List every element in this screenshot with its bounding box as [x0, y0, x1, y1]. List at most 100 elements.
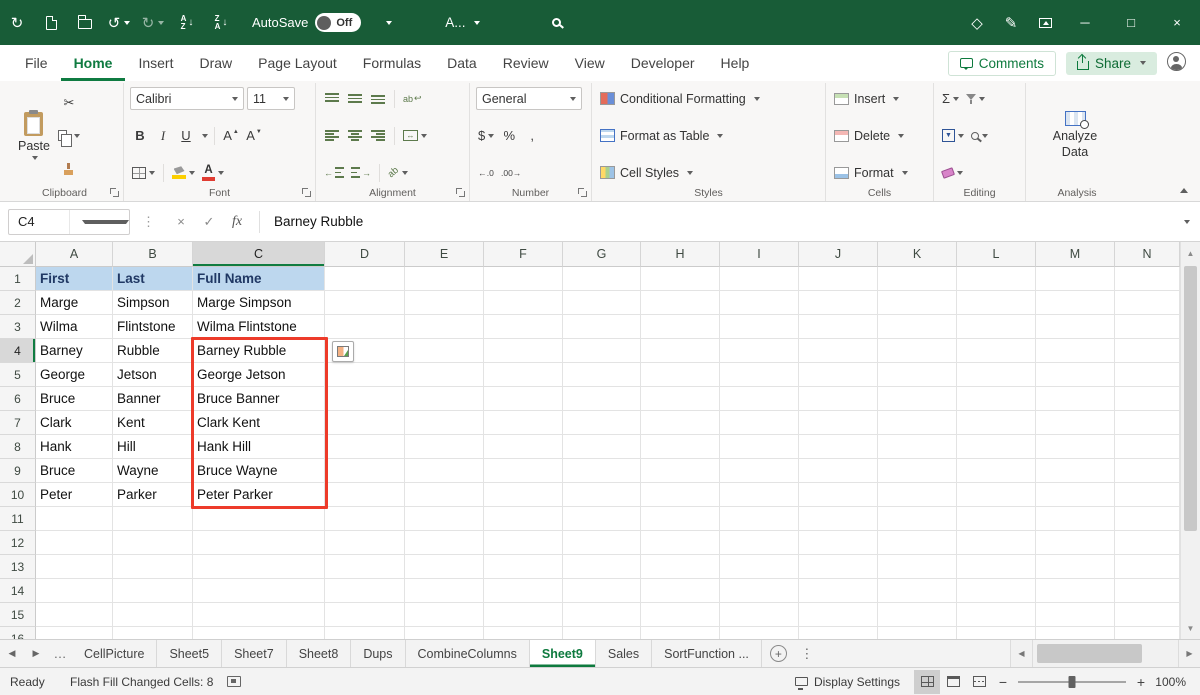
- cell-D12[interactable]: [325, 531, 405, 555]
- cell-F7[interactable]: [484, 411, 563, 435]
- cell-I9[interactable]: [720, 459, 799, 483]
- cell-B14[interactable]: [113, 579, 193, 603]
- fill-color-button[interactable]: [170, 162, 197, 184]
- tab-formulas[interactable]: Formulas: [350, 45, 434, 81]
- cell-N8[interactable]: [1115, 435, 1180, 459]
- cell-M6[interactable]: [1036, 387, 1115, 411]
- cell-B5[interactable]: Jetson: [113, 363, 193, 387]
- cell-M7[interactable]: [1036, 411, 1115, 435]
- zoom-slider-thumb[interactable]: [1069, 676, 1076, 688]
- decrease-font-button[interactable]: A▼: [244, 125, 264, 147]
- cell-B10[interactable]: Parker: [113, 483, 193, 507]
- cell-B1[interactable]: Last: [113, 267, 193, 291]
- merge-center-button[interactable]: ↔: [401, 125, 429, 147]
- tab-review[interactable]: Review: [490, 45, 562, 81]
- cell-M1[interactable]: [1036, 267, 1115, 291]
- cell-G15[interactable]: [563, 603, 641, 627]
- cell-K12[interactable]: [878, 531, 957, 555]
- cell-K16[interactable]: [878, 627, 957, 639]
- cell-N11[interactable]: [1115, 507, 1180, 531]
- fill-button[interactable]: ▼: [940, 125, 966, 147]
- cell-F14[interactable]: [484, 579, 563, 603]
- cell-E7[interactable]: [405, 411, 484, 435]
- row-header-15[interactable]: 15: [0, 603, 36, 627]
- sheet-tab-sheet7[interactable]: Sheet7: [222, 640, 287, 667]
- cell-M9[interactable]: [1036, 459, 1115, 483]
- cell-I2[interactable]: [720, 291, 799, 315]
- cell-A10[interactable]: Peter: [36, 483, 113, 507]
- cell-H3[interactable]: [641, 315, 720, 339]
- cut-button[interactable]: ✂: [56, 92, 82, 114]
- clipboard-dialog-launcher[interactable]: [110, 188, 119, 197]
- cell-B15[interactable]: [113, 603, 193, 627]
- cell-E5[interactable]: [405, 363, 484, 387]
- cell-F9[interactable]: [484, 459, 563, 483]
- cell-L15[interactable]: [957, 603, 1036, 627]
- cell-D8[interactable]: [325, 435, 405, 459]
- cell-M13[interactable]: [1036, 555, 1115, 579]
- formula-input[interactable]: Barney Rubble: [268, 214, 1174, 229]
- cell-G12[interactable]: [563, 531, 641, 555]
- minimize-button[interactable]: ─: [1062, 0, 1108, 45]
- cell-L12[interactable]: [957, 531, 1036, 555]
- cell-E13[interactable]: [405, 555, 484, 579]
- cell-C10[interactable]: Peter Parker: [193, 483, 325, 507]
- clear-button[interactable]: [940, 162, 965, 184]
- tab-draw[interactable]: Draw: [186, 45, 245, 81]
- cell-C14[interactable]: [193, 579, 325, 603]
- cell-G11[interactable]: [563, 507, 641, 531]
- font-color-button[interactable]: A: [200, 162, 226, 184]
- cell-J1[interactable]: [799, 267, 878, 291]
- cell-L16[interactable]: [957, 627, 1036, 639]
- tab-file[interactable]: File: [12, 45, 61, 81]
- cell-H11[interactable]: [641, 507, 720, 531]
- sheet-tab-sortfunction-[interactable]: SortFunction ...: [652, 640, 762, 667]
- cell-J5[interactable]: [799, 363, 878, 387]
- cell-C1[interactable]: Full Name: [193, 267, 325, 291]
- cell-F13[interactable]: [484, 555, 563, 579]
- cell-N16[interactable]: [1115, 627, 1180, 639]
- cell-H9[interactable]: [641, 459, 720, 483]
- cell-F11[interactable]: [484, 507, 563, 531]
- cell-I7[interactable]: [720, 411, 799, 435]
- cell-I12[interactable]: [720, 531, 799, 555]
- cell-A8[interactable]: Hank: [36, 435, 113, 459]
- column-header-H[interactable]: H: [641, 242, 720, 267]
- account-button[interactable]: [1167, 52, 1186, 74]
- circle-arrow-icon[interactable]: ↻: [0, 0, 34, 45]
- row-header-5[interactable]: 5: [0, 363, 36, 387]
- sheet-tab-cellpicture[interactable]: CellPicture: [72, 640, 157, 667]
- sort-filter-button[interactable]: [964, 88, 987, 110]
- cell-M16[interactable]: [1036, 627, 1115, 639]
- column-header-N[interactable]: N: [1115, 242, 1180, 267]
- display-settings-button[interactable]: Display Settings: [781, 675, 914, 689]
- cell-J10[interactable]: [799, 483, 878, 507]
- font-dialog-launcher[interactable]: [302, 188, 311, 197]
- cell-A13[interactable]: [36, 555, 113, 579]
- cell-B12[interactable]: [113, 531, 193, 555]
- cell-D14[interactable]: [325, 579, 405, 603]
- name-box[interactable]: C4: [8, 209, 130, 235]
- row-header-12[interactable]: 12: [0, 531, 36, 555]
- formula-bar-expand-icon[interactable]: [1174, 220, 1196, 224]
- cell-L9[interactable]: [957, 459, 1036, 483]
- autosave-toggle[interactable]: AutoSave Off: [252, 13, 361, 32]
- cell-I10[interactable]: [720, 483, 799, 507]
- cell-G8[interactable]: [563, 435, 641, 459]
- cell-K10[interactable]: [878, 483, 957, 507]
- cell-C7[interactable]: Clark Kent: [193, 411, 325, 435]
- column-header-M[interactable]: M: [1036, 242, 1115, 267]
- cell-A4[interactable]: Barney: [36, 339, 113, 363]
- bottom-align-button[interactable]: [368, 88, 388, 110]
- underline-button[interactable]: U: [176, 125, 196, 147]
- cell-C12[interactable]: [193, 531, 325, 555]
- redo-button[interactable]: ↻: [136, 0, 170, 45]
- decrease-indent-button[interactable]: ←: [322, 162, 346, 184]
- cell-M2[interactable]: [1036, 291, 1115, 315]
- cell-A7[interactable]: Clark: [36, 411, 113, 435]
- format-as-table-button[interactable]: Format as Table: [598, 123, 819, 148]
- cell-E1[interactable]: [405, 267, 484, 291]
- cell-H7[interactable]: [641, 411, 720, 435]
- row-header-6[interactable]: 6: [0, 387, 36, 411]
- cell-L14[interactable]: [957, 579, 1036, 603]
